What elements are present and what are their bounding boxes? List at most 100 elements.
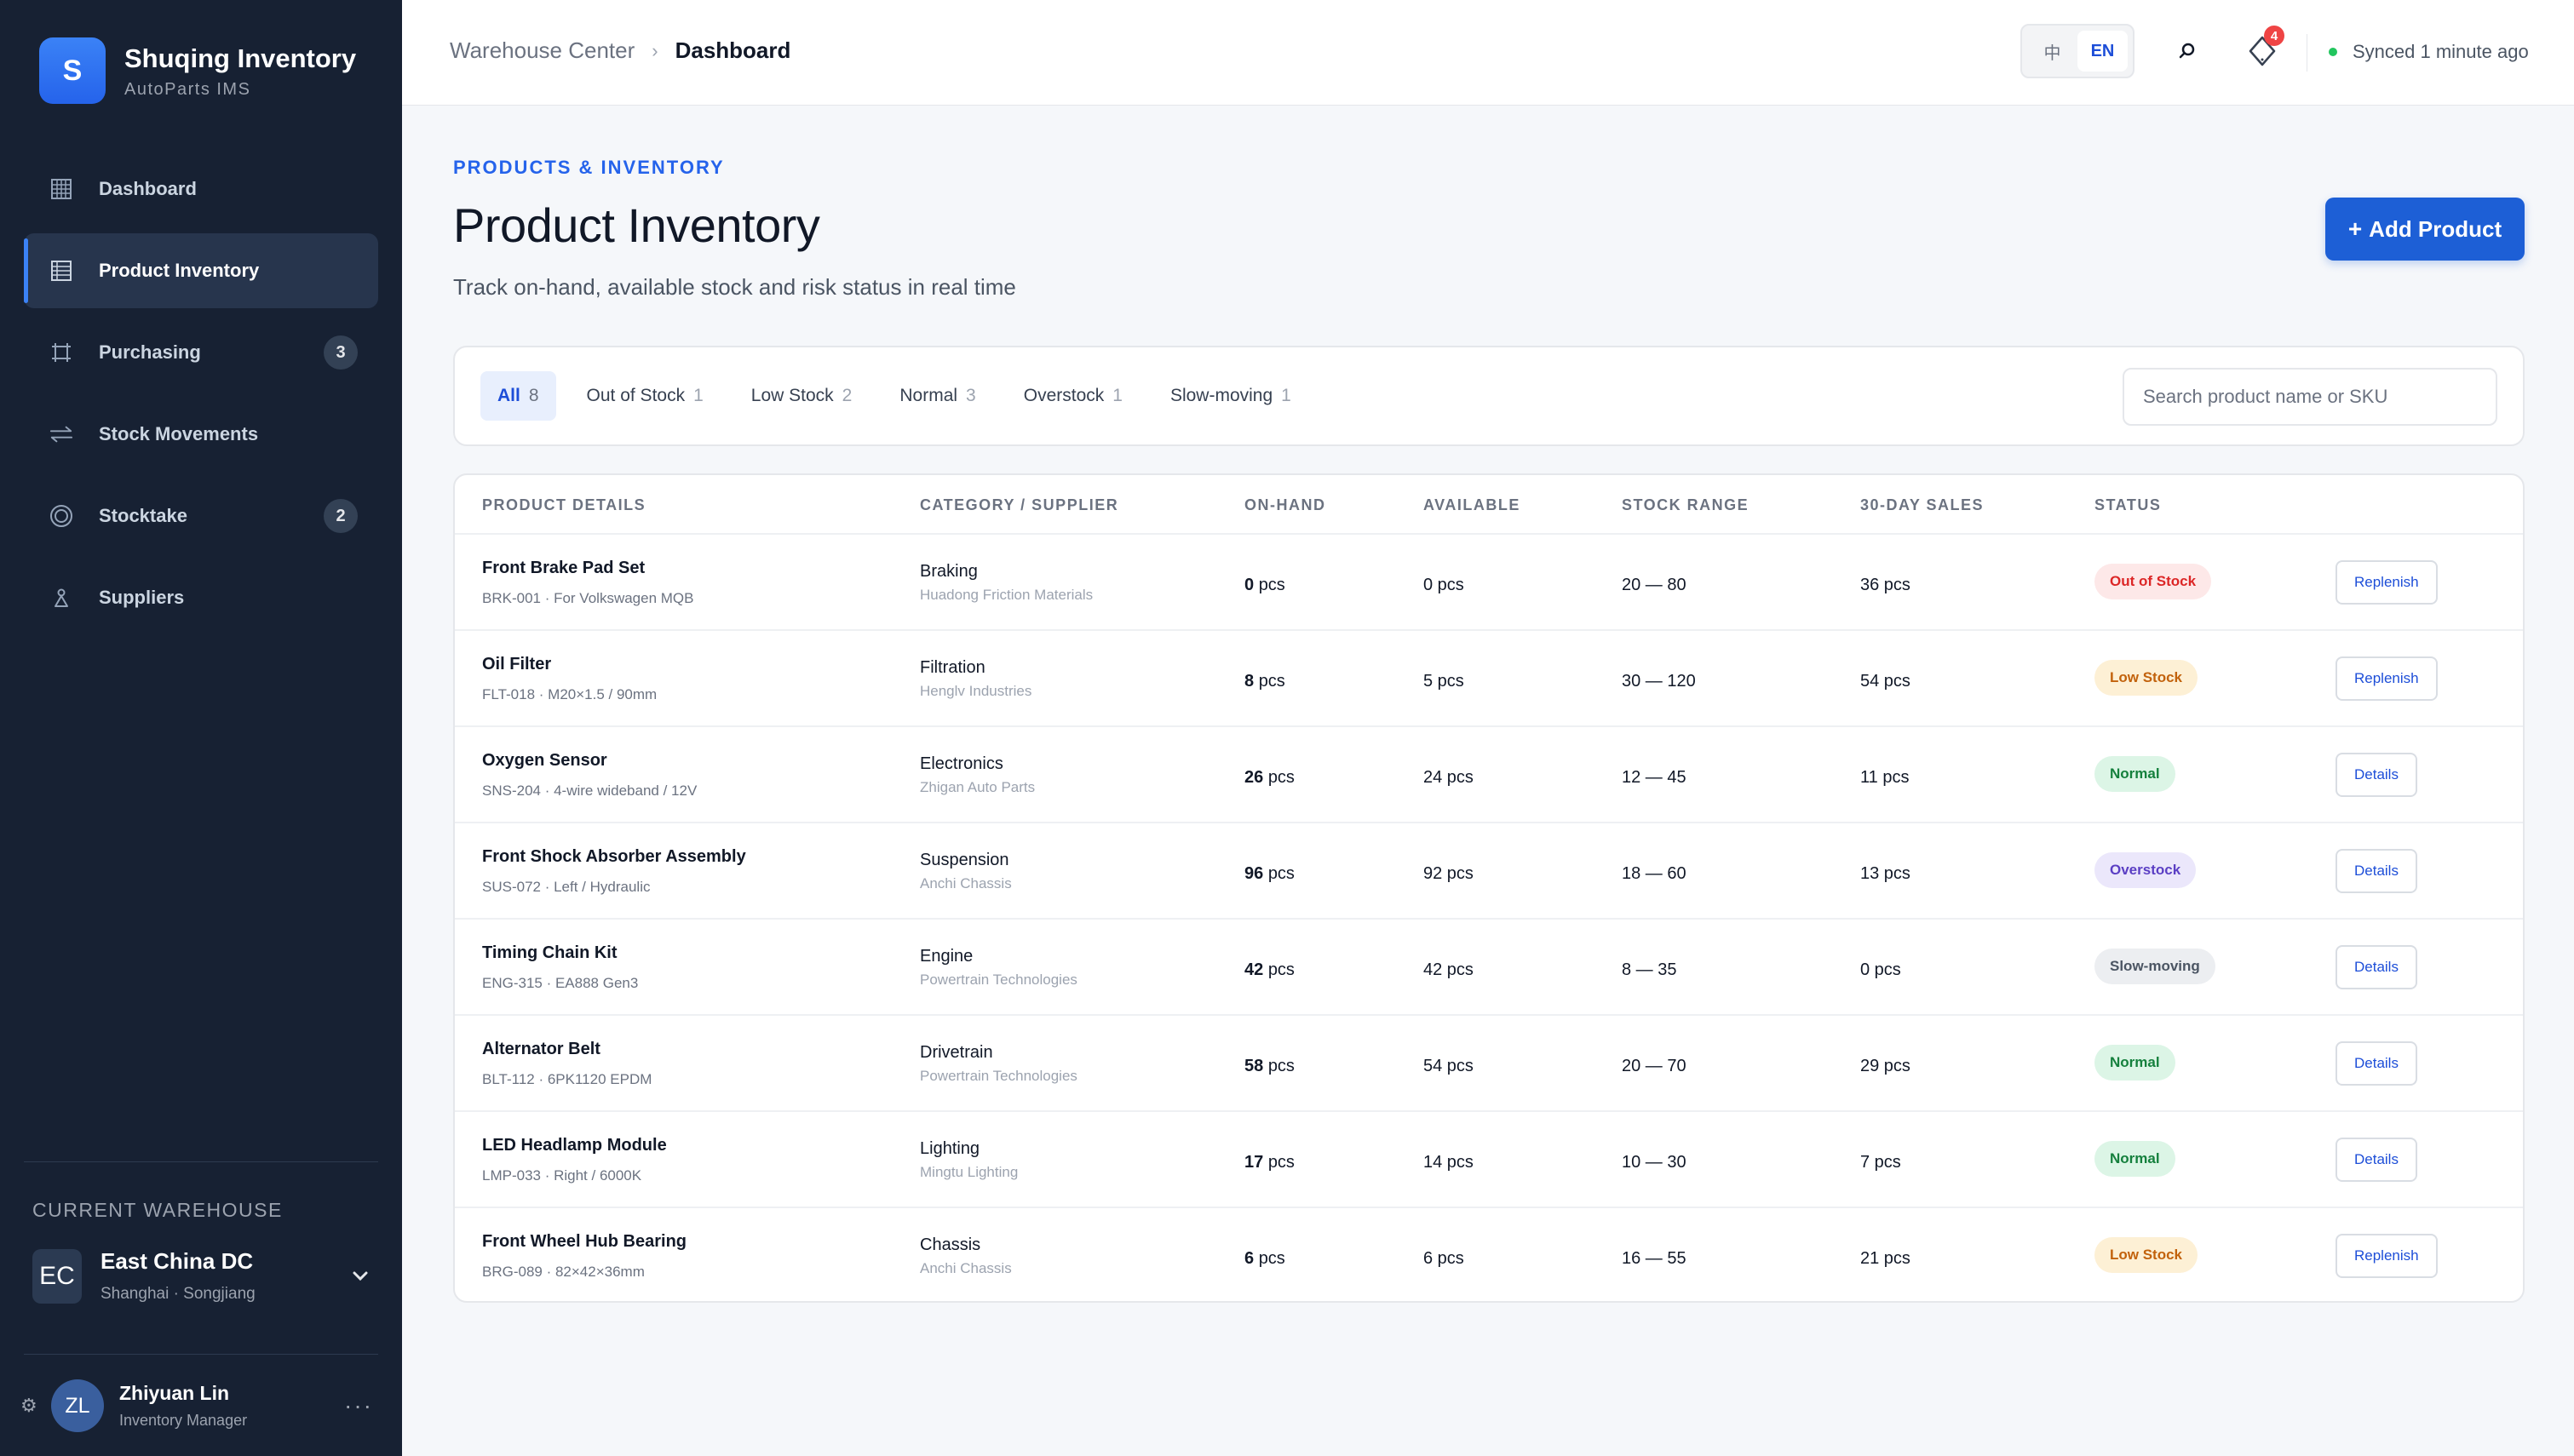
on-hand-value: 0 (1244, 576, 1255, 594)
sidebar-item-suppliers[interactable]: Suppliers (24, 560, 378, 635)
on-hand-value: 8 (1244, 672, 1255, 691)
on-hand-unit: pcs (1267, 1153, 1295, 1172)
sidebar-item-label: Stocktake (99, 505, 187, 526)
product-meta: SNS-204 · 4-wire wideband / 12V (482, 782, 698, 799)
column-header: PRODUCT DETAILS (482, 496, 646, 513)
more-icon[interactable]: ··· (344, 1392, 382, 1419)
filter-tab-label: Out of Stock (586, 386, 686, 405)
sidebar-item-purchasing[interactable]: Purchasing 3 (24, 315, 378, 390)
product-supplier: Powertrain Technologies (920, 1068, 1077, 1084)
filter-tab-label: Low Stock (750, 386, 834, 405)
replenish-button[interactable]: Replenish (2336, 1234, 2438, 1278)
list-icon (49, 259, 73, 283)
available-qty: 0 pcs (1423, 576, 1464, 594)
category-supplier: Lighting Mingtu Lighting (920, 1139, 1018, 1181)
on-hand-unit: pcs (1267, 864, 1295, 883)
filter-tab-normal[interactable]: Normal 3 (882, 371, 992, 421)
on-hand-value: 6 (1244, 1249, 1255, 1268)
details-button[interactable]: Details (2336, 753, 2417, 797)
search-icon[interactable] (2172, 36, 2203, 66)
details-button[interactable]: Details (2336, 1041, 2417, 1086)
sales-30d: 29 pcs (1860, 1057, 1910, 1075)
product-category: Electronics (920, 754, 1003, 773)
column-header: STATUS (2094, 496, 2162, 513)
user-profile[interactable]: ⚙ ZL Zhiyuan Lin Inventory Manager ··· (20, 1379, 382, 1432)
details-button[interactable]: Details (2336, 849, 2417, 893)
filter-tab-count: 2 (842, 386, 853, 405)
sync-status: Synced 1 minute ago (2329, 41, 2529, 63)
details-button[interactable]: Details (2336, 1138, 2417, 1182)
on-hand-qty: 17 pcs (1244, 1153, 1295, 1172)
sidebar-item-stock-movements[interactable]: Stock Movements (24, 397, 378, 472)
warehouse-switcher[interactable]: EC East China DC Shanghai · Songjiang (32, 1248, 373, 1304)
lang-zh-option[interactable]: 中 (2027, 31, 2077, 72)
status-badge: Overstock (2094, 852, 2197, 888)
notification-bell[interactable]: 4 (2242, 26, 2284, 72)
sales-30d: 21 pcs (1860, 1249, 1910, 1268)
category-supplier: Drivetrain Powertrain Technologies (920, 1043, 1077, 1085)
product-supplier: Anchi Chassis (920, 875, 1012, 891)
on-hand-qty: 42 pcs (1244, 960, 1295, 980)
user-name: Zhiyuan Lin (119, 1382, 230, 1404)
details-button[interactable]: Details (2336, 945, 2417, 989)
sidebar-item-label: Purchasing (99, 341, 201, 363)
product-details: LED Headlamp Module LMP-033 · Right / 600… (482, 1136, 667, 1184)
filter-tab-overstock[interactable]: Overstock 1 (1007, 371, 1140, 421)
sidebar: S Shuqing Inventory AutoParts IMS Dashbo… (0, 0, 402, 1456)
replenish-button[interactable]: Replenish (2336, 656, 2438, 701)
on-hand-value: 17 (1244, 1153, 1264, 1172)
sidebar-item-stocktake[interactable]: Stocktake 2 (24, 479, 378, 553)
filter-tab-out-of-stock[interactable]: Out of Stock 1 (570, 371, 721, 421)
filter-tab-slow-moving[interactable]: Slow-moving 1 (1153, 371, 1308, 421)
person-icon (49, 586, 73, 610)
column-header: AVAILABLE (1423, 496, 1520, 513)
replenish-button[interactable]: Replenish (2336, 560, 2438, 605)
product-name: Oxygen Sensor (482, 751, 607, 770)
search-input[interactable] (2123, 368, 2497, 426)
available-qty: 14 pcs (1423, 1153, 1474, 1172)
available-qty: 54 pcs (1423, 1057, 1474, 1075)
product-category: Lighting (920, 1139, 980, 1158)
lang-en-option[interactable]: EN (2077, 31, 2128, 72)
filter-tab-label: Overstock (1023, 386, 1105, 405)
filter-tab-low-stock[interactable]: Low Stock 2 (734, 371, 870, 421)
add-product-button[interactable]: + Add Product (2325, 198, 2525, 261)
status-badge: Low Stock (2094, 1237, 2198, 1273)
grid-icon (49, 177, 73, 201)
sidebar-item-product-inventory[interactable]: Product Inventory (24, 233, 378, 308)
brand[interactable]: S Shuqing Inventory AutoParts IMS (39, 37, 356, 104)
status-badge: Out of Stock (2094, 564, 2212, 599)
filter-bar: All 8 Out of Stock 1 Low Stock 2 Normal 3 Overst… (453, 346, 2525, 446)
sidebar-item-badge: 3 (324, 335, 358, 370)
stock-range: 12 — 45 (1622, 768, 1686, 787)
target-icon (49, 504, 73, 528)
on-hand-value: 96 (1244, 864, 1264, 883)
on-hand-value: 58 (1244, 1057, 1264, 1075)
available-qty: 24 pcs (1423, 768, 1474, 787)
on-hand-unit: pcs (1267, 1057, 1295, 1075)
table-row: Front Brake Pad Set BRK-001 · For Volkswa… (455, 535, 2523, 631)
sales-30d: 11 pcs (1860, 768, 1910, 787)
filter-tab-count: 1 (1281, 386, 1291, 405)
filter-tab-count: 1 (1112, 386, 1123, 405)
page-eyebrow: PRODUCTS & INVENTORY (453, 157, 725, 178)
product-details: Front Wheel Hub Bearing BRG-089 · 82×42×3… (482, 1232, 687, 1281)
table-row: Front Shock Absorber Assembly SUS-072 · L… (455, 823, 2523, 920)
product-meta: LMP-033 · Right / 6000K (482, 1167, 642, 1184)
sidebar-item-dashboard[interactable]: Dashboard (24, 152, 378, 226)
category-supplier: Chassis Anchi Chassis (920, 1235, 1012, 1277)
arrows-icon (49, 422, 73, 446)
on-hand-value: 42 (1244, 960, 1264, 979)
breadcrumb-parent[interactable]: Warehouse Center (450, 37, 635, 64)
breadcrumb-separator-icon: › (652, 39, 658, 61)
chevron-down-icon[interactable] (348, 1264, 373, 1289)
avatar: ZL (51, 1379, 104, 1432)
sidebar-item-badge: 2 (324, 499, 358, 533)
on-hand-unit: pcs (1267, 960, 1295, 979)
filter-tab-all[interactable]: All 8 (480, 371, 556, 421)
status-badge: Normal (2094, 1141, 2175, 1177)
user-role: Inventory Manager (119, 1412, 248, 1429)
sales-30d: 0 pcs (1860, 960, 1901, 979)
product-details: Oil Filter FLT-018 · M20×1.5 / 90mm (482, 655, 657, 703)
gear-icon[interactable]: ⚙ (20, 1395, 43, 1417)
